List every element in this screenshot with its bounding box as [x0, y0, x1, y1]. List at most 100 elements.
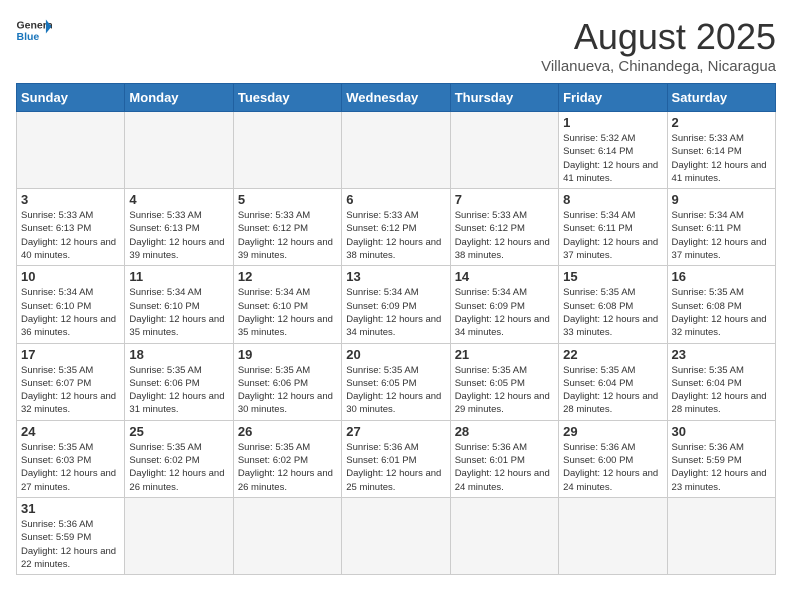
day-number: 29 [563, 424, 662, 439]
calendar-cell: 8 Sunrise: 5:34 AMSunset: 6:11 PMDaylight… [559, 189, 667, 266]
calendar-cell: 20 Sunrise: 5:35 AMSunset: 6:05 PMDayligh… [342, 343, 450, 420]
day-info: Sunrise: 5:36 AMSunset: 5:59 PMDaylight:… [672, 441, 771, 494]
day-info: Sunrise: 5:35 AMSunset: 6:06 PMDaylight:… [129, 364, 228, 417]
calendar-cell [342, 112, 450, 189]
day-info: Sunrise: 5:33 AMSunset: 6:12 PMDaylight:… [346, 209, 445, 262]
day-info: Sunrise: 5:33 AMSunset: 6:13 PMDaylight:… [21, 209, 120, 262]
calendar-cell: 16Sunrise: 5:35 AMSunset: 6:08 PMDayligh… [667, 266, 775, 343]
day-info: Sunrise: 5:35 AMSunset: 6:08 PMDaylight:… [563, 286, 662, 339]
weekday-header-saturday: Saturday [667, 84, 775, 112]
day-number: 24 [21, 424, 120, 439]
day-number: 27 [346, 424, 445, 439]
day-number: 13 [346, 269, 445, 284]
day-number: 11 [129, 269, 228, 284]
calendar-cell: 7 Sunrise: 5:33 AMSunset: 6:12 PMDaylight… [450, 189, 558, 266]
calendar-cell: 18 Sunrise: 5:35 AMSunset: 6:06 PMDayligh… [125, 343, 233, 420]
subtitle: Villanueva, Chinandega, Nicaragua [541, 58, 776, 75]
day-number: 6 [346, 192, 445, 207]
calendar-cell: 2Sunrise: 5:33 AMSunset: 6:14 PMDaylight… [667, 112, 775, 189]
calendar-cell: 13Sunrise: 5:34 AMSunset: 6:09 PMDayligh… [342, 266, 450, 343]
calendar-cell [450, 497, 558, 574]
calendar-cell: 26 Sunrise: 5:35 AMSunset: 6:02 PMDayligh… [233, 420, 341, 497]
day-number: 31 [21, 501, 120, 516]
day-info: Sunrise: 5:35 AMSunset: 6:04 PMDaylight:… [672, 364, 771, 417]
day-info: Sunrise: 5:36 AMSunset: 6:01 PMDaylight:… [346, 441, 445, 494]
day-info: Sunrise: 5:35 AMSunset: 6:04 PMDaylight:… [563, 364, 662, 417]
day-number: 26 [238, 424, 337, 439]
calendar-table: SundayMondayTuesdayWednesdayThursdayFrid… [16, 83, 776, 575]
day-info: Sunrise: 5:35 AMSunset: 6:02 PMDaylight:… [129, 441, 228, 494]
day-number: 5 [238, 192, 337, 207]
calendar-cell: 19Sunrise: 5:35 AMSunset: 6:06 PMDayligh… [233, 343, 341, 420]
weekday-header-tuesday: Tuesday [233, 84, 341, 112]
day-number: 8 [563, 192, 662, 207]
calendar-cell [559, 497, 667, 574]
day-number: 12 [238, 269, 337, 284]
day-number: 3 [21, 192, 120, 207]
calendar-cell: 22 Sunrise: 5:35 AMSunset: 6:04 PMDayligh… [559, 343, 667, 420]
calendar-cell: 5 Sunrise: 5:33 AMSunset: 6:12 PMDaylight… [233, 189, 341, 266]
day-number: 1 [563, 115, 662, 130]
day-info: Sunrise: 5:33 AMSunset: 6:12 PMDaylight:… [455, 209, 554, 262]
weekday-header-thursday: Thursday [450, 84, 558, 112]
day-info: Sunrise: 5:33 AMSunset: 6:14 PMDaylight:… [672, 132, 771, 185]
day-info: Sunrise: 5:36 AMSunset: 5:59 PMDaylight:… [21, 518, 120, 571]
calendar-cell: 28Sunrise: 5:36 AMSunset: 6:01 PMDayligh… [450, 420, 558, 497]
weekday-header-friday: Friday [559, 84, 667, 112]
day-number: 16 [672, 269, 771, 284]
day-info: Sunrise: 5:34 AMSunset: 6:10 PMDaylight:… [21, 286, 120, 339]
calendar-cell: 3 Sunrise: 5:33 AMSunset: 6:13 PMDaylight… [17, 189, 125, 266]
calendar-week-row: 31 Sunrise: 5:36 AMSunset: 5:59 PMDayligh… [17, 497, 776, 574]
calendar-cell: 24Sunrise: 5:35 AMSunset: 6:03 PMDayligh… [17, 420, 125, 497]
calendar-cell: 23 Sunrise: 5:35 AMSunset: 6:04 PMDayligh… [667, 343, 775, 420]
calendar-week-row: 10Sunrise: 5:34 AMSunset: 6:10 PMDayligh… [17, 266, 776, 343]
calendar-week-row: 24Sunrise: 5:35 AMSunset: 6:03 PMDayligh… [17, 420, 776, 497]
calendar-cell [125, 497, 233, 574]
weekday-header-monday: Monday [125, 84, 233, 112]
calendar-cell: 9Sunrise: 5:34 AMSunset: 6:11 PMDaylight… [667, 189, 775, 266]
day-info: Sunrise: 5:33 AMSunset: 6:13 PMDaylight:… [129, 209, 228, 262]
calendar-cell [450, 112, 558, 189]
day-number: 22 [563, 347, 662, 362]
calendar-cell: 10Sunrise: 5:34 AMSunset: 6:10 PMDayligh… [17, 266, 125, 343]
day-info: Sunrise: 5:34 AMSunset: 6:10 PMDaylight:… [129, 286, 228, 339]
calendar-cell [342, 497, 450, 574]
day-info: Sunrise: 5:36 AMSunset: 6:01 PMDaylight:… [455, 441, 554, 494]
calendar-cell [667, 497, 775, 574]
calendar-cell: 1 Sunrise: 5:32 AMSunset: 6:14 PMDaylight… [559, 112, 667, 189]
day-info: Sunrise: 5:35 AMSunset: 6:02 PMDaylight:… [238, 441, 337, 494]
day-number: 25 [129, 424, 228, 439]
day-number: 18 [129, 347, 228, 362]
calendar-cell: 21Sunrise: 5:35 AMSunset: 6:05 PMDayligh… [450, 343, 558, 420]
day-number: 4 [129, 192, 228, 207]
day-number: 7 [455, 192, 554, 207]
calendar-cell: 25 Sunrise: 5:35 AMSunset: 6:02 PMDayligh… [125, 420, 233, 497]
day-info: Sunrise: 5:34 AMSunset: 6:10 PMDaylight:… [238, 286, 337, 339]
calendar-cell: 11 Sunrise: 5:34 AMSunset: 6:10 PMDayligh… [125, 266, 233, 343]
calendar-week-row: 3 Sunrise: 5:33 AMSunset: 6:13 PMDaylight… [17, 189, 776, 266]
calendar-cell: 29 Sunrise: 5:36 AMSunset: 6:00 PMDayligh… [559, 420, 667, 497]
day-info: Sunrise: 5:32 AMSunset: 6:14 PMDaylight:… [563, 132, 662, 185]
calendar-header-row: SundayMondayTuesdayWednesdayThursdayFrid… [17, 84, 776, 112]
title-area: August 2025 Villanueva, Chinandega, Nica… [541, 16, 776, 75]
weekday-header-wednesday: Wednesday [342, 84, 450, 112]
day-number: 14 [455, 269, 554, 284]
calendar-cell: 15Sunrise: 5:35 AMSunset: 6:08 PMDayligh… [559, 266, 667, 343]
day-number: 9 [672, 192, 771, 207]
calendar-cell: 12 Sunrise: 5:34 AMSunset: 6:10 PMDayligh… [233, 266, 341, 343]
day-info: Sunrise: 5:34 AMSunset: 6:11 PMDaylight:… [563, 209, 662, 262]
calendar-week-row: 1 Sunrise: 5:32 AMSunset: 6:14 PMDaylight… [17, 112, 776, 189]
calendar-cell: 30Sunrise: 5:36 AMSunset: 5:59 PMDayligh… [667, 420, 775, 497]
calendar-cell [17, 112, 125, 189]
calendar-cell [125, 112, 233, 189]
day-number: 23 [672, 347, 771, 362]
day-info: Sunrise: 5:35 AMSunset: 6:05 PMDaylight:… [346, 364, 445, 417]
day-info: Sunrise: 5:33 AMSunset: 6:12 PMDaylight:… [238, 209, 337, 262]
logo: General Blue [16, 16, 52, 44]
calendar-body: 1 Sunrise: 5:32 AMSunset: 6:14 PMDaylight… [17, 112, 776, 575]
calendar-cell [233, 112, 341, 189]
generalblue-logo-icon: General Blue [16, 16, 52, 44]
day-info: Sunrise: 5:36 AMSunset: 6:00 PMDaylight:… [563, 441, 662, 494]
day-number: 20 [346, 347, 445, 362]
calendar-cell: 14Sunrise: 5:34 AMSunset: 6:09 PMDayligh… [450, 266, 558, 343]
